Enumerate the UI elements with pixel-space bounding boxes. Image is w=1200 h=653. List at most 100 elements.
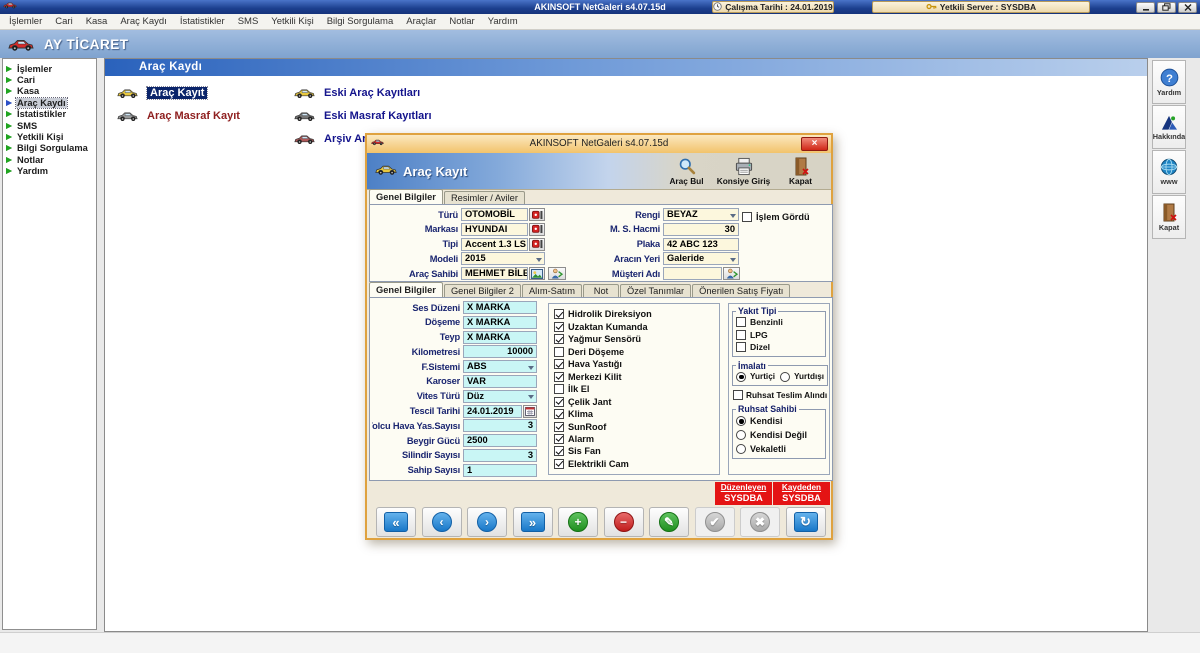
radio-yurtdisi[interactable]: Yurtdışı	[780, 371, 824, 384]
yolcu-hava-yas-sayisi-field[interactable]: 3	[463, 419, 537, 432]
karoser-field[interactable]: VAR	[463, 375, 537, 388]
link-arac-kayit[interactable]: Araç Kayıt	[117, 86, 240, 100]
sidebar-item-i-statistikler[interactable]: İstatistikler	[3, 109, 96, 120]
m-s-hacmi-field[interactable]: 30	[663, 223, 739, 236]
sidebar-item-yetkili-kisi[interactable]: Yetkili Kişi	[3, 131, 96, 142]
link-eski-arac-kayitlari[interactable]: Eski Araç Kayıtları	[294, 86, 432, 100]
menu-yetkili-kisi[interactable]: Yetkili Kişi	[271, 16, 313, 27]
lookup-button[interactable]	[529, 208, 545, 221]
kilometresi-field[interactable]: 10000	[463, 345, 537, 358]
sidebar-item-notlar[interactable]: Notlar	[3, 154, 96, 165]
radio-vekaletli[interactable]: Vekaletli	[736, 442, 822, 456]
checkbox-i-lk-el[interactable]: İlk El	[554, 384, 719, 394]
menu-i-slemler[interactable]: İşlemler	[9, 16, 42, 27]
arac-sahibi-field[interactable]: MEHMET BİLEN	[461, 267, 528, 280]
teyp-field[interactable]: X MARKA	[463, 331, 537, 344]
plaka-field[interactable]: 42 ABC 123	[663, 238, 739, 251]
ses-duzeni-field[interactable]: X MARKA	[463, 301, 537, 314]
checkbox-celik-jant[interactable]: Çelik Jant	[554, 396, 719, 406]
silindir-sayisi-field[interactable]: 3	[463, 449, 537, 462]
checkbox-merkezi-kilit[interactable]: Merkezi Kilit	[554, 371, 719, 381]
checkbox-benzinli[interactable]: Benzinli	[736, 316, 822, 329]
radio-kendisi[interactable]: Kendisi	[736, 414, 822, 428]
person-button[interactable]	[548, 267, 566, 280]
checkbox-uzaktan-kumanda[interactable]: Uzaktan Kumanda	[554, 321, 719, 331]
dialog-toolbar-kapat[interactable]: Kapat	[772, 153, 829, 189]
calendar-button[interactable]	[523, 405, 537, 418]
tab-onerilen-satis-fiyati[interactable]: Önerilen Satış Fiyatı	[692, 284, 790, 297]
menu-i-statistikler[interactable]: İstatistikler	[180, 16, 225, 27]
checkbox-yagmur-sensoru[interactable]: Yağmur Sensörü	[554, 334, 719, 344]
sidebar-item-arac-kaydi[interactable]: Araç Kaydı	[3, 97, 96, 108]
checkbox-elektrikli-cam[interactable]: Elektrikli Cam	[554, 459, 719, 469]
checkbox-hava-yastigi[interactable]: Hava Yastığı	[554, 359, 719, 369]
next-button[interactable]: ›	[467, 507, 507, 537]
checkbox-klima[interactable]: Klima	[554, 409, 719, 419]
doseme-field[interactable]: X MARKA	[463, 316, 537, 329]
tipi-field[interactable]: Accent 1.3 LS	[461, 238, 528, 251]
tab-genel-bilgiler-2[interactable]: Genel Bilgiler 2	[444, 284, 521, 297]
menu-yardim[interactable]: Yardım	[488, 16, 518, 27]
sidebar-item-yardim[interactable]: Yardım	[3, 166, 96, 177]
f-sistemi-field[interactable]: ABS	[463, 360, 537, 373]
tab-alim-satim[interactable]: Alım-Satım	[522, 284, 582, 297]
restore-button[interactable]	[1157, 2, 1176, 13]
refresh-button[interactable]: ↻	[786, 507, 826, 537]
link-arac-masraf-kayit[interactable]: Araç Masraf Kayıt	[117, 109, 240, 123]
tab-genel-bilgiler[interactable]: Genel Bilgiler	[369, 282, 443, 297]
sidebar-item-bilgi-sorgulama[interactable]: Bilgi Sorgulama	[3, 143, 96, 154]
close-button[interactable]	[1178, 2, 1197, 13]
sidebar-item-i-slemler[interactable]: İşlemler	[3, 63, 96, 74]
checkbox-dizel[interactable]: Dizel	[736, 341, 822, 354]
sidebar-item-cari[interactable]: Cari	[3, 74, 96, 85]
menu-kasa[interactable]: Kasa	[86, 16, 108, 27]
tab-genel-bilgiler[interactable]: Genel Bilgiler	[369, 189, 443, 204]
modeli-field[interactable]: 2015	[461, 252, 545, 265]
checkbox-deri-doseme[interactable]: Deri Döşeme	[554, 346, 719, 356]
person-button[interactable]	[723, 267, 740, 280]
turu-field[interactable]: OTOMOBİL	[461, 208, 528, 221]
last-button[interactable]: »	[513, 507, 553, 537]
edit-button[interactable]: ✎	[649, 507, 689, 537]
dialog-close-button[interactable]: ×	[801, 137, 828, 151]
previous-button[interactable]: ‹	[422, 507, 462, 537]
toolbar-yardim[interactable]: ?Yardım	[1152, 60, 1186, 104]
vites-turu-field[interactable]: Düz	[463, 390, 537, 403]
rengi-field[interactable]: BEYAZ	[663, 208, 739, 221]
tab-resimler-aviler[interactable]: Resimler / Aviler	[444, 191, 525, 204]
musteri-adi-field[interactable]	[663, 267, 722, 280]
toolbar-www[interactable]: www	[1152, 150, 1186, 194]
tab-not[interactable]: Not	[583, 284, 619, 297]
checkbox-sis-fan[interactable]: Sis Fan	[554, 446, 719, 456]
tescil-tarihi-field[interactable]: 24.01.2019	[463, 405, 522, 418]
radio-kendisi-degil[interactable]: Kendisi Değil	[736, 428, 822, 442]
dialog-toolbar-konsiye-giris[interactable]: Konsiye Giriş	[715, 153, 772, 189]
menu-bilgi-sorgulama[interactable]: Bilgi Sorgulama	[327, 16, 394, 27]
toolbar-hakkinda[interactable]: Hakkında	[1152, 105, 1186, 149]
link-eski-masraf-kayitlari[interactable]: Eski Masraf Kayıtları	[294, 109, 432, 123]
sahip-sayisi-field[interactable]: 1	[463, 464, 537, 477]
first-button[interactable]: «	[376, 507, 416, 537]
menu-sms[interactable]: SMS	[238, 16, 259, 27]
dialog-toolbar-arac-bul[interactable]: Araç Bul	[658, 153, 715, 189]
menu-araclar[interactable]: Araçlar	[406, 16, 436, 27]
radio-yurtici[interactable]: Yurtiçi	[736, 371, 775, 384]
delete-button[interactable]: −	[604, 507, 644, 537]
sidebar-item-kasa[interactable]: Kasa	[3, 86, 96, 97]
sidebar-item-sms[interactable]: SMS	[3, 120, 96, 131]
tab-ozel-tanimlar[interactable]: Özel Tanımlar	[620, 284, 691, 297]
menu-notlar[interactable]: Notlar	[449, 16, 474, 27]
aracin-yeri-field[interactable]: Galeride	[663, 252, 739, 265]
checkbox-ruhsat-teslim-alindi[interactable]: Ruhsat Teslim Alındı	[733, 390, 826, 400]
checkbox-i-slem-gordu[interactable]: İşlem Gördü	[742, 212, 810, 222]
add-button[interactable]: +	[558, 507, 598, 537]
checkbox-lpg[interactable]: LPG	[736, 329, 822, 342]
lookup-button[interactable]	[529, 238, 545, 251]
checkbox-hidrolik-direksiyon[interactable]: Hidrolik Direksiyon	[554, 309, 719, 319]
menu-cari[interactable]: Cari	[55, 16, 72, 27]
checkbox-alarm[interactable]: Alarm	[554, 434, 719, 444]
markasi-field[interactable]: HYUNDAI	[461, 223, 528, 236]
minimize-button[interactable]	[1136, 2, 1155, 13]
checkbox-sunroof[interactable]: SunRoof	[554, 421, 719, 431]
toolbar-kapat[interactable]: Kapat	[1152, 195, 1186, 239]
